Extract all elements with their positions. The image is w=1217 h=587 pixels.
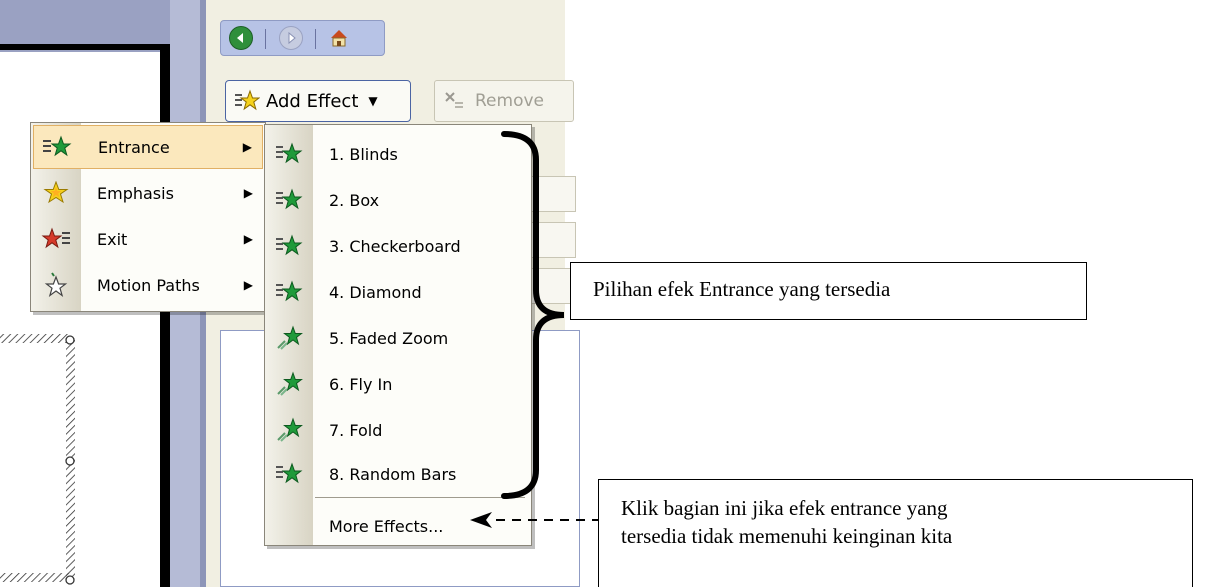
effect-item-label: 3. Checkerboard: [329, 236, 461, 256]
submenu-arrow-icon: ▶: [243, 232, 253, 246]
menu-item-exit[interactable]: Exit ▶: [33, 217, 263, 261]
effect-item-label: 4. Diamond: [329, 282, 422, 302]
entrance-green-star-icon: [34, 135, 80, 159]
effect-item-faded-zoom[interactable]: 5. Faded Zoom: [265, 315, 531, 361]
pane-navigation-bar: [220, 20, 385, 56]
menu-item-entrance[interactable]: Entrance ▶: [33, 125, 263, 169]
add-effect-star-icon: [235, 89, 260, 111]
menu-item-label: Exit: [97, 229, 128, 249]
callout-text-line: Klik bagian ini jika efek entrance yang: [621, 496, 948, 520]
effect-category-menu: Entrance ▶ Emphasis ▶ Exit ▶ Motion Path…: [30, 122, 266, 312]
entrance-options-callout: Pilihan efek Entrance yang tersedia: [570, 262, 1087, 320]
menu-item-label: Emphasis: [97, 183, 174, 203]
exit-red-star-icon: [33, 227, 79, 251]
right-curly-brace: [501, 131, 565, 499]
submenu-arrow-icon: ▶: [242, 140, 252, 154]
effect-item-label: 7. Fold: [329, 420, 383, 440]
forward-arrow-icon[interactable]: [279, 26, 303, 50]
nav-separator: [315, 29, 316, 49]
remove-effect-label: Remove: [475, 91, 544, 111]
callout-text-line: tersedia tidak memenuhi keinginan kita: [621, 524, 953, 548]
effect-item-label: 6. Fly In: [329, 374, 393, 394]
callout-text: Pilihan efek Entrance yang tersedia: [593, 277, 891, 301]
add-effect-button[interactable]: Add Effect ▼: [225, 80, 411, 122]
submenu-arrow-icon: ▶: [243, 186, 253, 200]
more-effects-callout: Klik bagian ini jika efek entrance yang …: [598, 479, 1193, 587]
effect-item-fold[interactable]: 7. Fold: [265, 407, 531, 453]
submenu-arrow-icon: ▶: [243, 278, 253, 292]
blinds-star-icon: [265, 142, 313, 166]
diamond-star-icon: [265, 280, 313, 304]
faded-zoom-star-icon: [265, 325, 313, 351]
remove-effect-button[interactable]: Remove: [434, 80, 574, 122]
menu-item-label: Motion Paths: [97, 275, 200, 295]
entrance-effects-submenu: 1. Blinds 2. Box 3. Checkerboard 4. Diam…: [264, 124, 532, 546]
effect-item-checkerboard[interactable]: 3. Checkerboard: [265, 223, 531, 269]
box-star-icon: [265, 188, 313, 212]
slide-edge-top: [0, 44, 170, 50]
effect-item-box[interactable]: 2. Box: [265, 177, 531, 223]
chevron-down-icon: ▼: [368, 94, 378, 108]
effect-item-label: 1. Blinds: [329, 144, 398, 164]
emphasis-yellow-star-icon: [33, 181, 79, 205]
effect-item-diamond[interactable]: 4. Diamond: [265, 269, 531, 315]
checkerboard-star-icon: [265, 234, 313, 258]
fold-star-icon: [265, 417, 313, 443]
motion-path-star-icon: [33, 272, 79, 298]
effect-item-label: 5. Faded Zoom: [329, 328, 449, 348]
back-arrow-icon[interactable]: [229, 26, 253, 50]
effect-item-blinds[interactable]: 1. Blinds: [265, 131, 531, 177]
menu-item-label: Entrance: [98, 137, 170, 157]
menu-item-motion-paths[interactable]: Motion Paths ▶: [33, 263, 263, 307]
fly-in-star-icon: [265, 371, 313, 397]
home-icon[interactable]: [327, 26, 351, 50]
effect-item-label: 8. Random Bars: [329, 464, 457, 484]
remove-effect-icon: [445, 92, 463, 108]
menu-item-emphasis[interactable]: Emphasis ▶: [33, 171, 263, 215]
effect-item-random-bars[interactable]: 8. Random Bars: [265, 451, 531, 497]
more-effects-label: More Effects...: [329, 516, 444, 536]
selected-placeholder-border[interactable]: [0, 330, 95, 587]
effect-item-label: 2. Box: [329, 190, 380, 210]
add-effect-label: Add Effect: [266, 90, 359, 112]
effect-item-fly-in[interactable]: 6. Fly In: [265, 361, 531, 407]
nav-separator: [265, 29, 266, 49]
dashed-pointer-arrow: [470, 512, 601, 528]
random-bars-star-icon: [265, 462, 313, 486]
menu-divider: [315, 497, 525, 498]
